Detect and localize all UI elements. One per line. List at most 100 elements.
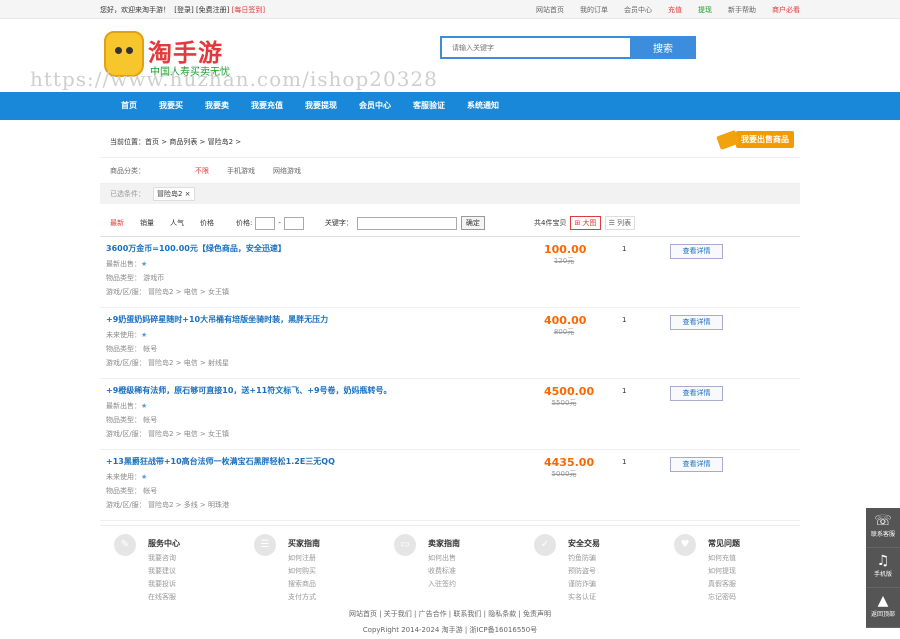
price-max-input[interactable] [283,216,304,230]
side-icon: ▲ [877,593,889,609]
service-link[interactable]: 如何充值 [708,552,740,565]
service-link[interactable]: 真假客服 [708,578,740,591]
breadcrumb-text: 当前位置：首页 > 商品列表 > 冒险岛2 > [110,137,242,146]
price-min-input[interactable] [255,216,276,230]
nav-item-3[interactable]: 我要充值 [251,92,283,120]
selected-filters: 已选条件： 冒险岛2 × [100,184,800,204]
side-icon: ♫ [876,553,890,569]
search-box: 搜索 [440,36,696,59]
view-detail-button[interactable]: 查看详情 [670,386,723,401]
service-link[interactable]: 收费标准 [428,565,460,578]
category-filter: 商品分类： 不限 手机游戏 网络游戏 [100,158,800,184]
category-item[interactable]: 手机游戏 [227,167,255,175]
service-link[interactable]: 忘记密码 [708,591,740,604]
footer-links[interactable]: 网站首页 | 关于我们 | 广告合作 | 联系我们 | 隐私条款 | 免责声明 [100,609,800,619]
top-link-3[interactable]: 充值 [668,5,682,15]
service-title: 买家指南 [288,539,320,548]
service-link[interactable]: 支付方式 [288,591,320,604]
service-link[interactable]: 如何提现 [708,565,740,578]
service-link[interactable]: 钓鱼防骗 [568,552,600,565]
item-quantity: 1 [622,316,627,324]
nav-item-7[interactable]: 系统通知 [467,92,499,120]
top-bar: 您好，欢迎来淘手游！ [登录] [免费注册] [每日签到] 网站首页 我的订单 会员… [0,0,900,19]
side-panel: ☏ 联系客服 ♫ 手机版 ▲ 返回顶部 [866,508,900,628]
star-icon: ★ [141,331,148,339]
search-button[interactable]: 搜索 [630,36,696,59]
price-now: 4435.00 [544,456,595,469]
service-link[interactable]: 在线客服 [148,591,180,604]
side-button-0[interactable]: ☏ 联系客服 [866,508,900,548]
category-item[interactable]: 网络游戏 [273,167,301,175]
sort-option[interactable]: 最新 [110,219,124,227]
item-price: 4435.00 5000元 [544,456,595,479]
nav-item-5[interactable]: 会员中心 [359,92,391,120]
item-server-row: 游戏/区/服： 冒险岛2 > 电信 > 射线星 [106,359,230,367]
service-link[interactable]: 入驻签约 [428,578,460,591]
sort-option[interactable]: 价格 [200,219,214,227]
service-block: ☰ 买家指南 如何注册 如何购买 搜索商品 支付方式 [240,534,380,605]
price-now: 4500.00 [544,385,595,398]
search-input[interactable] [440,36,630,59]
item-seller-label: 未来使用： [106,473,141,481]
confirm-button[interactable]: 确定 [460,216,485,230]
sort-option[interactable]: 销量 [140,219,154,227]
service-link[interactable]: 我要投诉 [148,578,180,591]
service-block: ✓ 安全交易 钓鱼防骗 预防盗号 谨防诈骗 实名认证 [520,534,660,605]
star-icon: ★ [141,260,148,268]
service-link[interactable]: 我要咨询 [148,552,180,565]
side-button-1[interactable]: ♫ 手机版 [866,548,900,588]
keyword-input[interactable] [356,216,457,230]
item-server-row: 游戏/区/服： 冒险岛2 > 多线 > 明珠港 [106,501,230,509]
top-link-4[interactable]: 提现 [698,5,712,15]
nav-item-1[interactable]: 我要买 [159,92,183,120]
filter-tag[interactable]: 冒险岛2 × [153,187,195,201]
service-link[interactable]: 如何购买 [288,565,320,578]
top-links: 网站首页 我的订单 会员中心 充值 提现 新手帮助 商户必看 [536,5,800,15]
item-quantity: 1 [622,387,627,395]
list-item: +9橙级稀有法师，原石够可直接10，送+11符文标飞、+9号卷，奶妈瓶转号。 最新… [100,379,800,450]
nav-item-6[interactable]: 客服验证 [413,92,445,120]
login-link[interactable]: [登录] [174,6,193,14]
sell-item-button[interactable]: 我要出售商品 [716,129,794,150]
nav-item-4[interactable]: 我要提现 [305,92,337,120]
service-link[interactable]: 搜索商品 [288,578,320,591]
item-seller-label: 最新出售： [106,260,141,268]
category-item[interactable]: 不限 [195,167,209,175]
service-link[interactable]: 预防盗号 [568,565,600,578]
view-list-button[interactable]: ☰ 列表 [604,216,636,230]
mascot-icon [104,31,144,77]
service-link[interactable]: 如何注册 [288,552,320,565]
side-button-2[interactable]: ▲ 返回顶部 [866,588,900,628]
service-link[interactable]: 谨防诈骗 [568,578,600,591]
item-quantity: 1 [622,245,627,253]
top-link-2[interactable]: 会员中心 [624,5,652,15]
header: 淘手游 中国人寿买卖无忧 搜索 https://www.huzhan.com/i… [0,19,900,92]
item-type-row: 物品类型： 游戏币 [106,274,165,282]
side-label: 联系客服 [870,531,895,538]
item-seller-row: 未来使用：★ [106,328,800,342]
price-old: 5500元 [551,399,577,407]
price-now: 400.00 [544,314,587,327]
top-link-5[interactable]: 新手帮助 [728,5,756,15]
top-link-6[interactable]: 商户必看 [772,5,800,15]
view-big-button[interactable]: ⊞ 大图 [570,216,601,230]
nav-item-2[interactable]: 我要卖 [205,92,229,120]
view-detail-button[interactable]: 查看详情 [670,244,723,259]
checkin-link[interactable]: [每日签到] [232,6,265,14]
item-seller-row: 未来使用：★ [106,470,800,484]
item-server-row: 游戏/区/服： 冒险岛2 > 电信 > 女王镇 [106,288,230,296]
register-link[interactable]: [免费注册] [196,6,229,14]
top-link-0[interactable]: 网站首页 [536,5,564,15]
service-title: 服务中心 [148,539,180,548]
view-detail-button[interactable]: 查看详情 [670,315,723,330]
service-link[interactable]: 我要建议 [148,565,180,578]
service-icon: ✓ [534,534,556,556]
service-link[interactable]: 实名认证 [568,591,600,604]
service-link[interactable]: 如何出售 [428,552,460,565]
sell-label: 我要出售商品 [736,131,794,148]
nav-item-0[interactable]: 首页 [121,92,137,120]
site-logo[interactable]: 淘手游 中国人寿买卖无忧 [104,31,254,81]
view-detail-button[interactable]: 查看详情 [670,457,723,472]
top-link-1[interactable]: 我的订单 [580,5,608,15]
sort-option[interactable]: 人气 [170,219,184,227]
